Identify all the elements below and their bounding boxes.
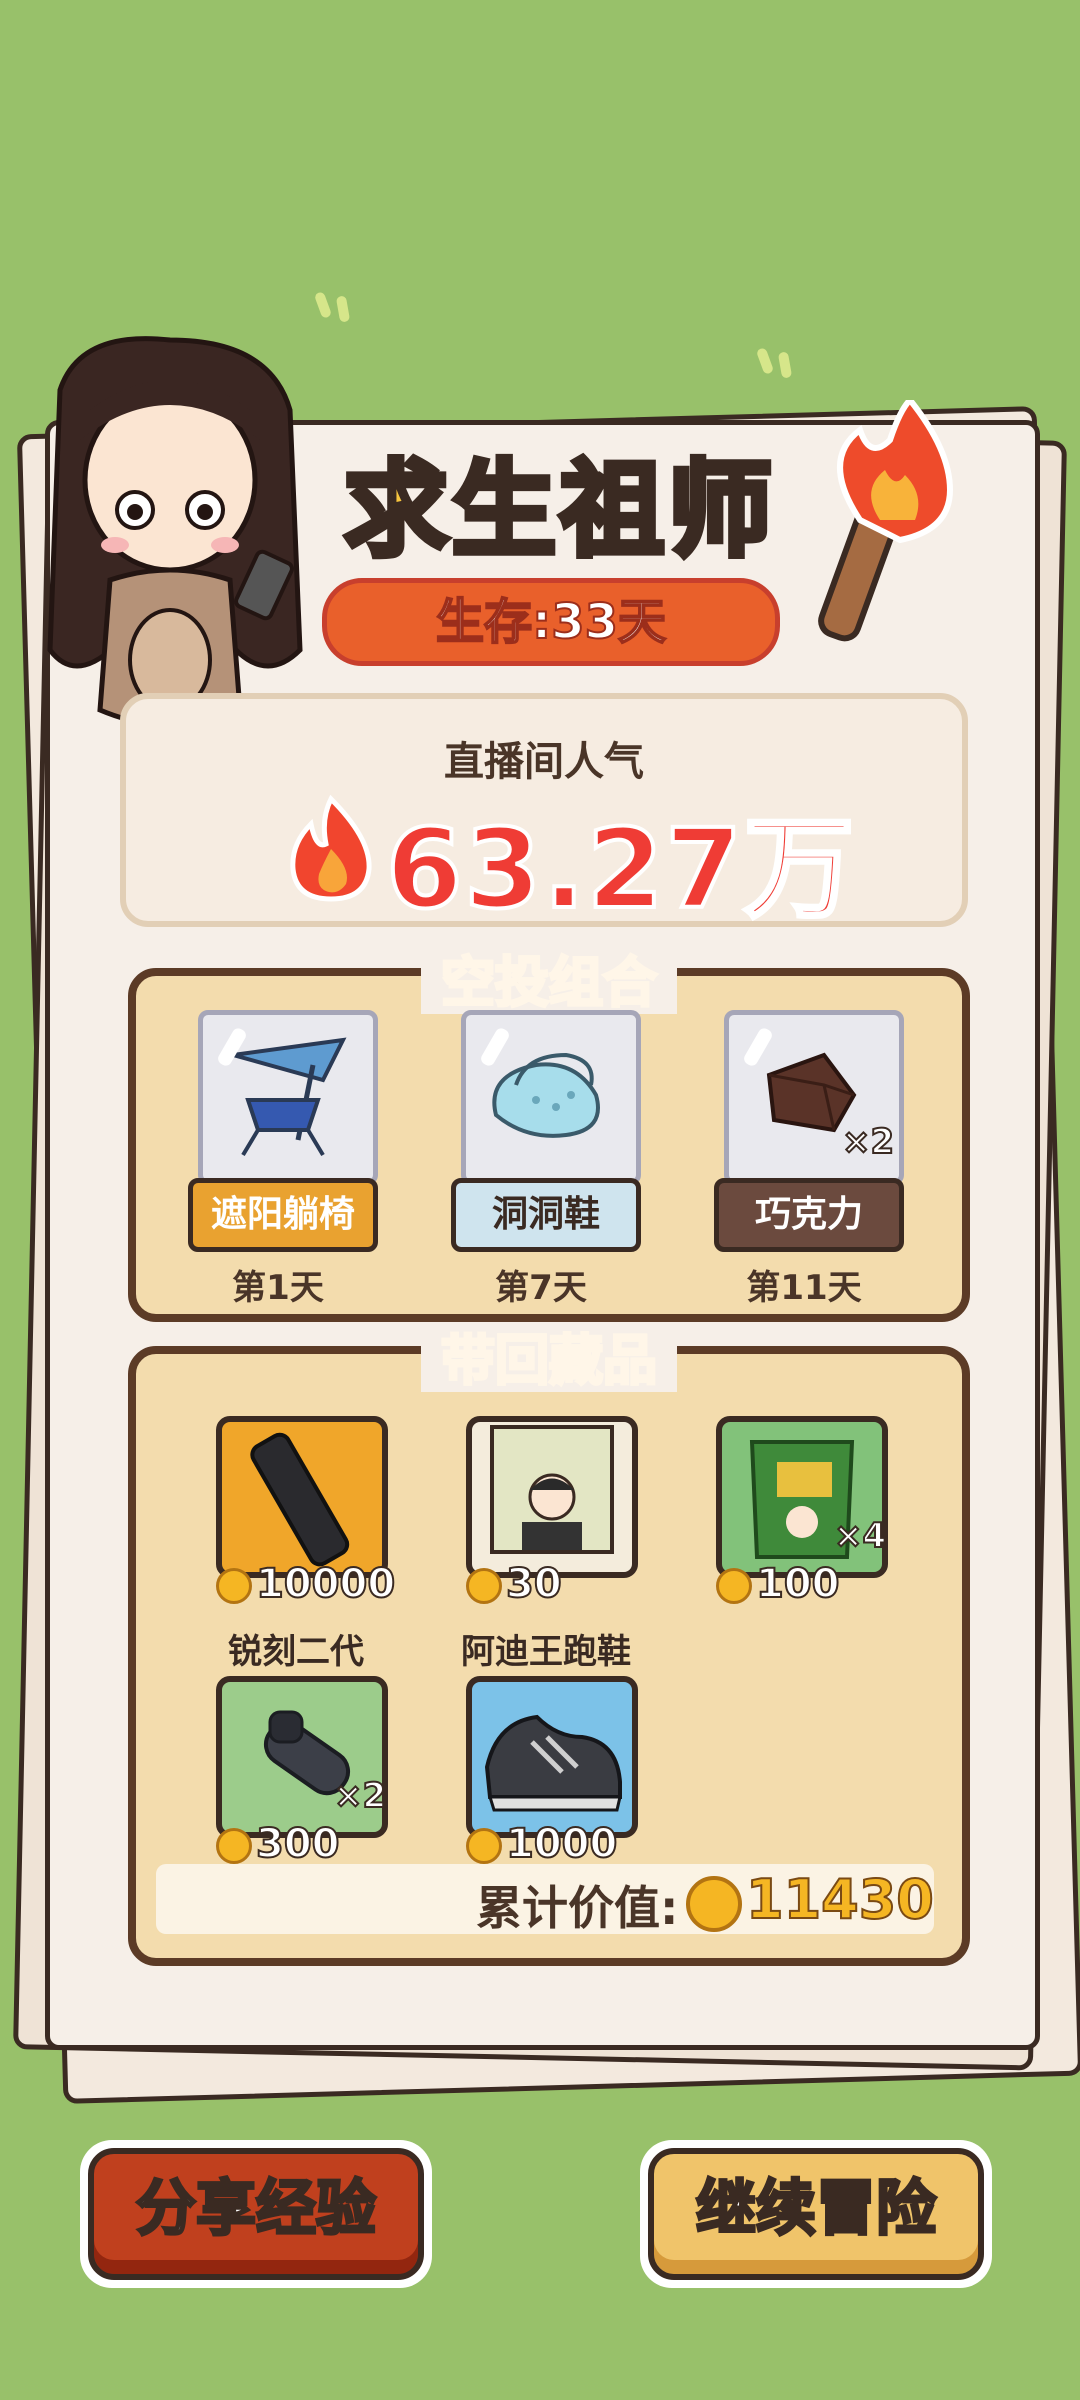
coin-icon	[216, 1568, 252, 1604]
coin-icon	[466, 1568, 502, 1604]
item-frame	[216, 1416, 388, 1578]
item-frame	[466, 1416, 638, 1578]
coin-icon	[466, 1828, 502, 1864]
item-day: 第11天	[746, 1268, 862, 1308]
sparkle-decoration	[777, 351, 793, 379]
book-icon	[490, 1425, 614, 1554]
collection-section: 带回藏品 10000 30 ×4 100 锐刻二代 ×2 300 阿迪王跑鞋 1…	[128, 1328, 970, 1966]
survival-days-text: 生存:33天	[435, 593, 667, 651]
share-experience-label: 分享经验	[88, 2148, 424, 2280]
coin-icon	[716, 1568, 752, 1604]
sun-lounger-icon	[232, 1037, 347, 1157]
item-day: 第1天	[232, 1268, 324, 1308]
continue-adventure-button[interactable]: 继续冒险	[640, 2140, 992, 2288]
item-name-label: 锐刻二代	[228, 1632, 364, 1672]
e-cigarette-icon	[250, 1432, 350, 1567]
live-popularity-panel: 直播间人气 63.27万	[120, 693, 968, 935]
total-value-label: 累计价值:	[476, 1881, 679, 1935]
flame-icon	[290, 794, 372, 902]
airdrop-section: 空投组合 遮阳躺椅 第1天 洞洞鞋 第7天 ×2 巧克力 第11天	[128, 950, 970, 1322]
total-value-amount: 11430	[745, 1867, 935, 1932]
item-name-label: 巧克力	[714, 1178, 904, 1252]
item-price: 100	[716, 1560, 840, 1608]
coin-icon	[686, 1876, 742, 1932]
popularity-value: 63.27万	[384, 803, 856, 935]
item-count: ×2	[333, 1775, 387, 1817]
sparkle-decoration	[755, 347, 775, 375]
item-price: 1000	[466, 1820, 618, 1868]
item-name-label: 洞洞鞋	[451, 1178, 641, 1252]
item-name-label: 阿迪王跑鞋	[461, 1632, 631, 1672]
continue-adventure-label: 继续冒险	[648, 2148, 984, 2280]
collection-section-title: 带回藏品	[136, 1316, 962, 1395]
share-experience-button[interactable]: 分享经验	[80, 2140, 432, 2288]
item-frame	[461, 1010, 641, 1185]
croc-shoes-icon	[492, 1052, 600, 1138]
item-price: 300	[216, 1820, 340, 1868]
sparkle-decoration	[313, 291, 333, 319]
item-name-label: 遮阳躺椅	[188, 1178, 378, 1252]
torch-icon	[818, 400, 954, 642]
item-frame	[198, 1010, 378, 1185]
item-price: 30	[466, 1560, 563, 1608]
item-count: ×2	[841, 1121, 895, 1163]
item-frame	[466, 1676, 638, 1838]
survival-days-badge: 生存:33天	[322, 578, 780, 666]
sparkle-decoration	[335, 295, 351, 323]
coin-icon	[216, 1828, 252, 1864]
game-title: 求生祖师	[341, 446, 776, 574]
total-value-bar: 累计价值: 11430	[156, 1864, 935, 1935]
item-price: 10000	[216, 1560, 396, 1608]
item-day: 第7天	[495, 1268, 587, 1308]
sneaker-icon	[484, 1714, 622, 1812]
item-count: ×4	[833, 1515, 887, 1557]
airdrop-section-title: 空投组合	[136, 938, 962, 1017]
streamer-character-illustration	[47, 336, 303, 728]
